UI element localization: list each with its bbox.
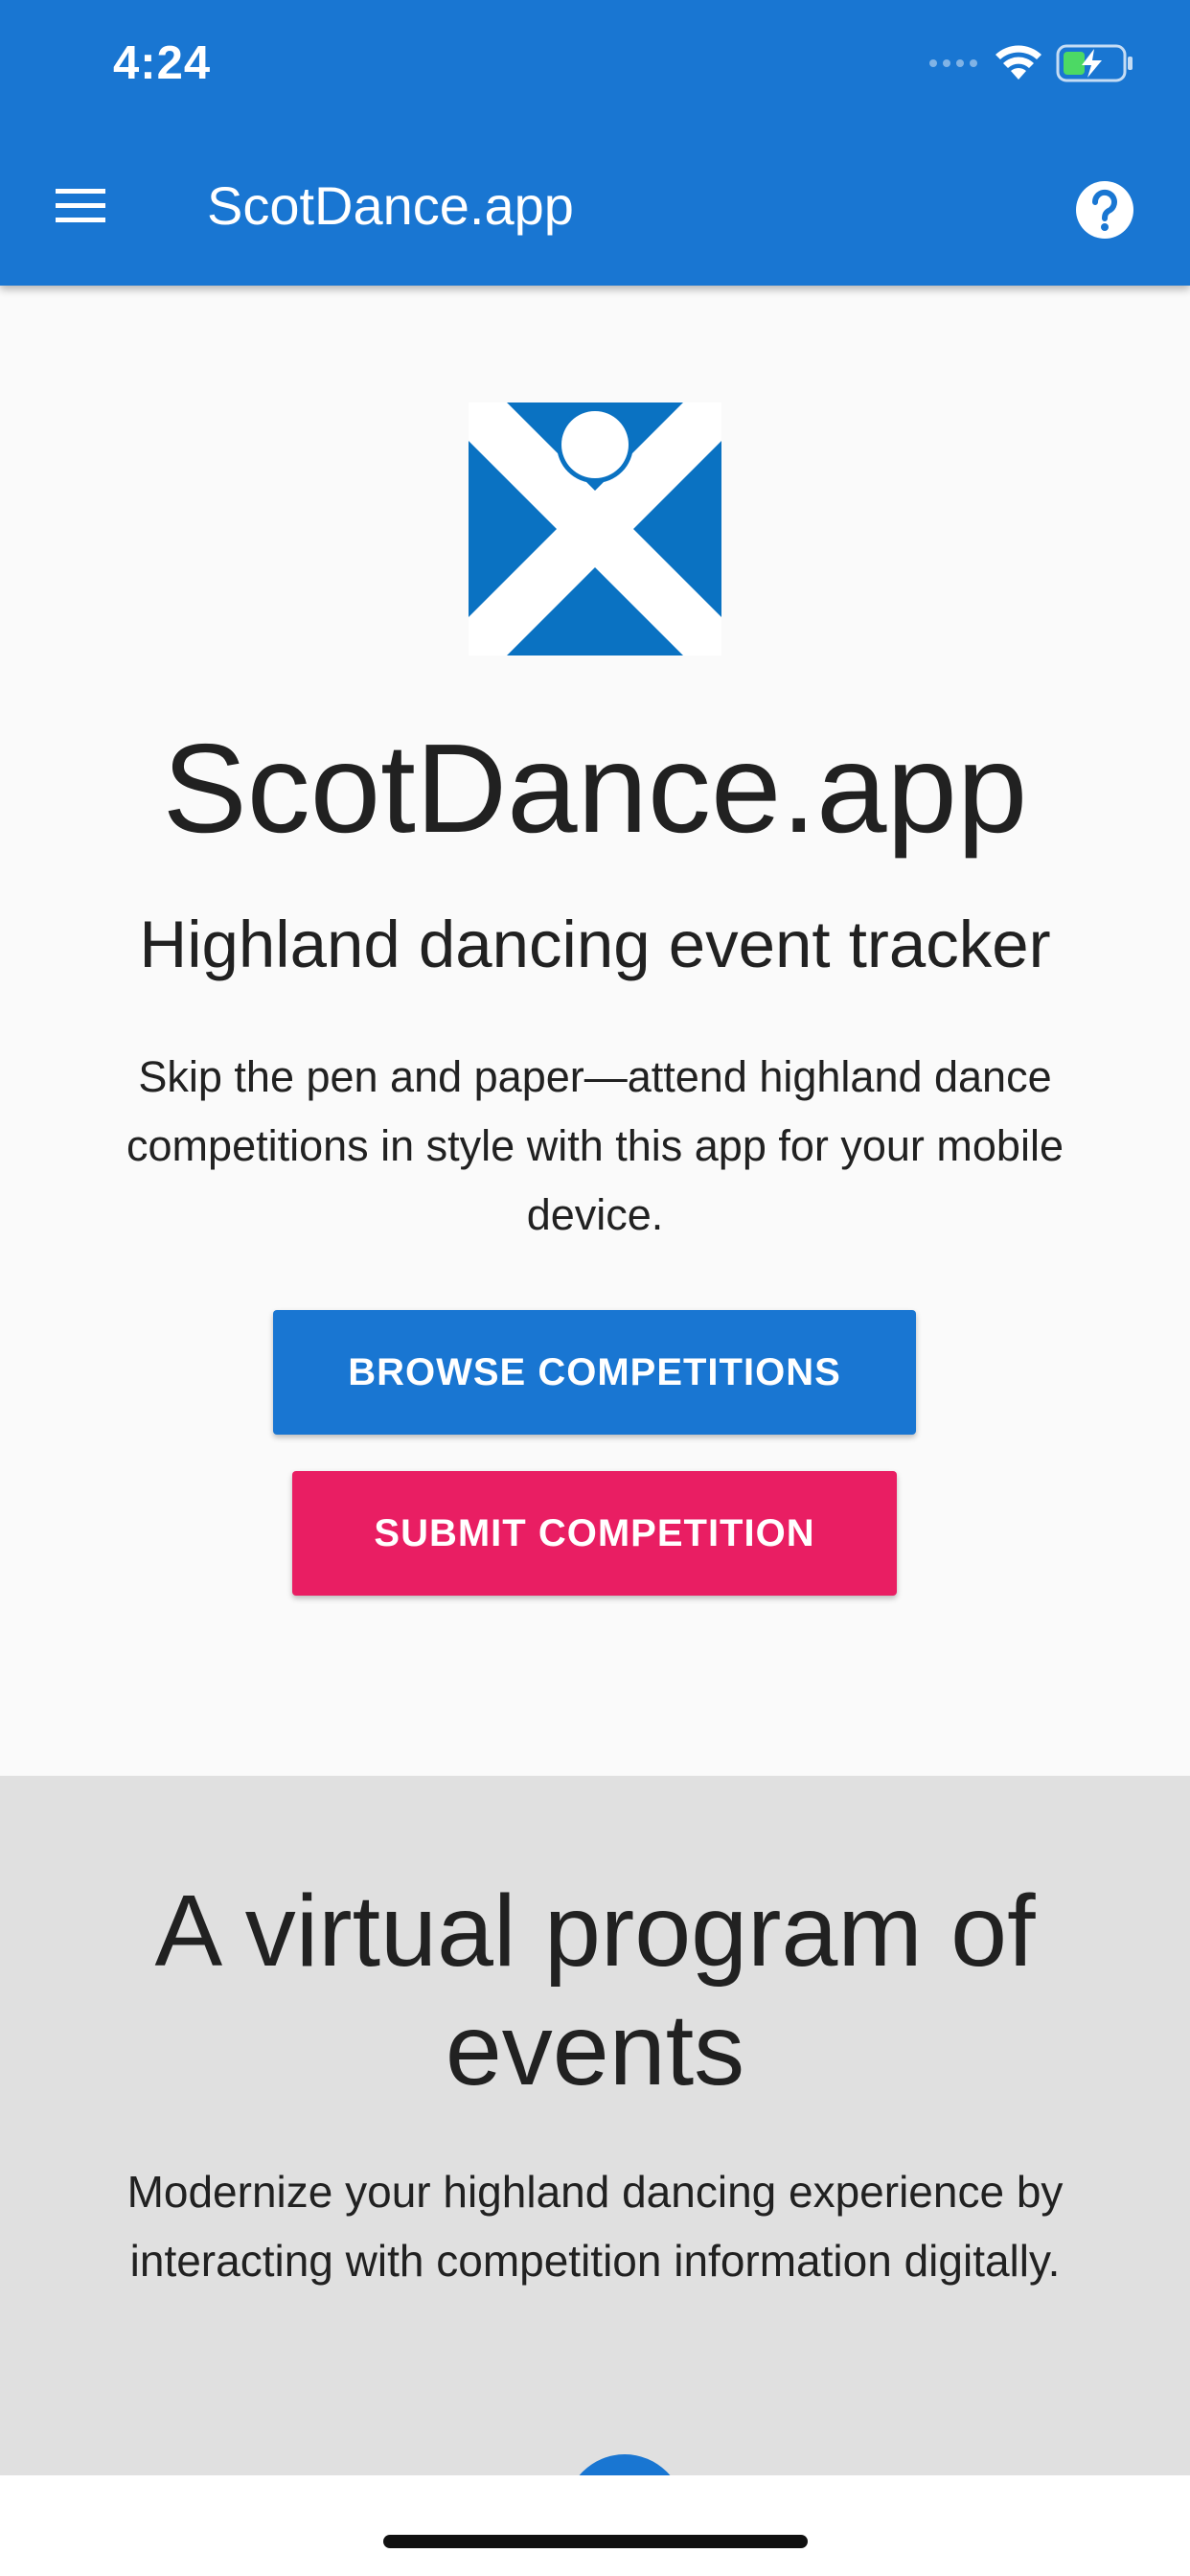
browse-competitions-button[interactable]: BROWSE COMPETITIONS: [273, 1310, 916, 1435]
hero-subtitle: Highland dancing event tracker: [139, 908, 1051, 981]
feature-title: A virtual program of events: [154, 1874, 1036, 2106]
cellular-signal-icon: [929, 59, 977, 67]
hamburger-menu-icon: [56, 189, 105, 222]
saltire-dancer-logo: [469, 402, 721, 656]
home-indicator-area: [0, 2475, 1190, 2576]
hero-description: Skip the pen and paper—attend highland d…: [126, 1052, 1064, 1239]
battery-charging-icon: [1056, 44, 1133, 82]
app-title: ScotDance.app: [207, 175, 574, 236]
help-button[interactable]: [1065, 171, 1144, 249]
help-circle-icon: [1076, 181, 1133, 239]
hero-title: ScotDance.app: [162, 718, 1028, 859]
menu-button[interactable]: [38, 169, 123, 242]
submit-competition-button[interactable]: SUBMIT COMPETITION: [292, 1471, 897, 1596]
hero-section: ScotDance.app Highland dancing event tra…: [0, 286, 1190, 1776]
app-bar: 4:24 ScotDance.app: [0, 0, 1190, 286]
home-indicator[interactable]: [383, 2535, 808, 2548]
status-icons: [929, 42, 1134, 84]
feature-icon: [565, 2454, 684, 2475]
wifi-icon: [995, 45, 1041, 80]
status-time: 4:24: [113, 37, 212, 89]
feature-description: Modernize your highland dancing experien…: [126, 2167, 1064, 2286]
feature-section: A virtual program of events Modernize yo…: [0, 1776, 1190, 2475]
